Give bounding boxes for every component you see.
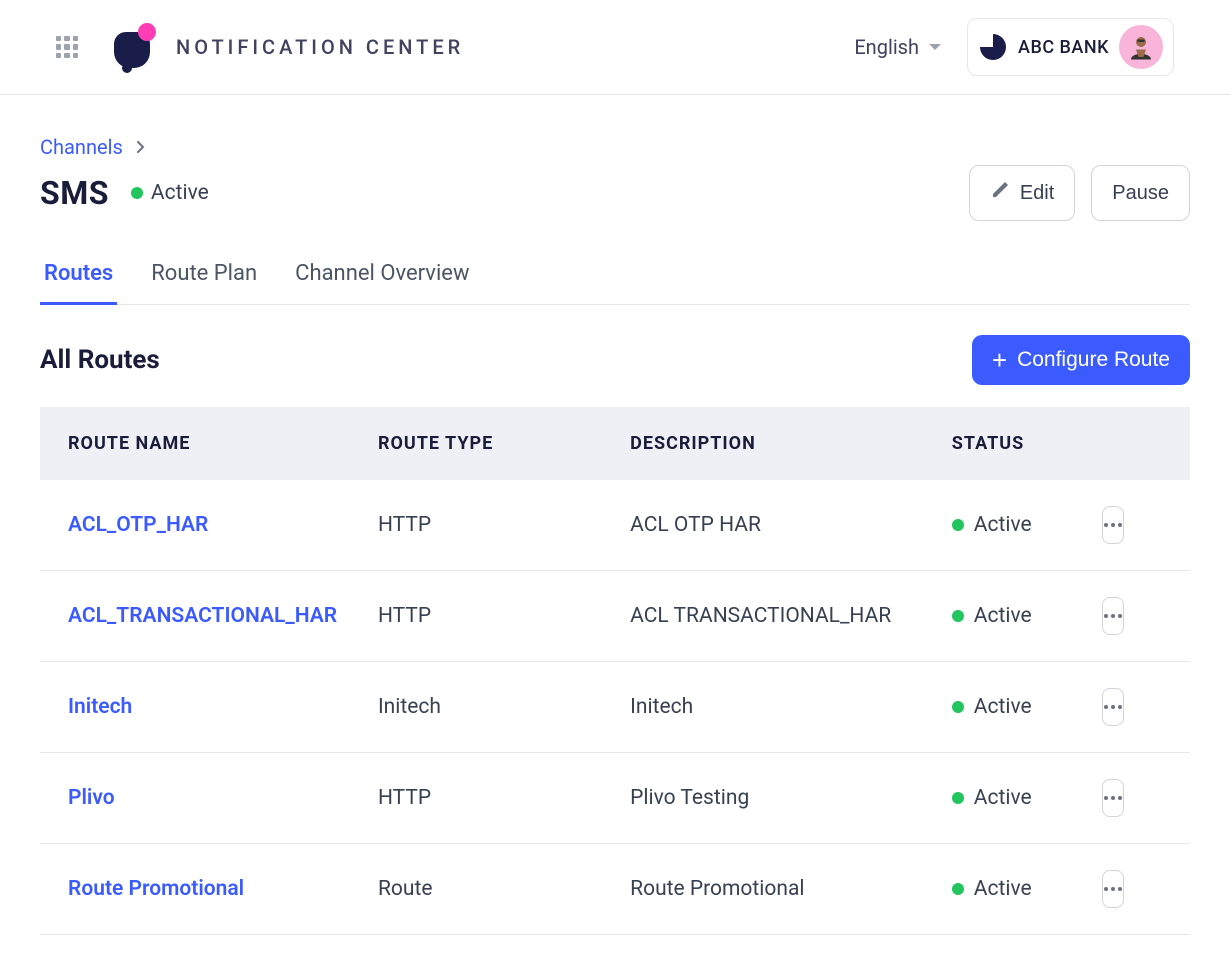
status-badge: Active [952, 786, 1092, 810]
pause-label: Pause [1112, 182, 1169, 205]
configure-route-button[interactable]: + Configure Route [972, 335, 1190, 385]
header-left: NOTIFICATION CENTER [56, 26, 464, 68]
more-actions-button[interactable] [1102, 506, 1124, 544]
language-select[interactable]: English [854, 35, 941, 59]
pause-button[interactable]: Pause [1091, 165, 1190, 221]
status-text: Active [974, 877, 1032, 901]
route-type: HTTP [362, 753, 614, 844]
route-description: Initech [614, 662, 936, 753]
ellipsis-icon [1103, 704, 1123, 710]
col-actions [1108, 407, 1190, 480]
header: NOTIFICATION CENTER English ABC BANK [0, 0, 1230, 95]
route-type: Initech [362, 662, 614, 753]
status-dot-icon [952, 701, 964, 713]
more-actions-button[interactable] [1102, 870, 1124, 908]
pencil-icon [990, 180, 1010, 206]
edit-label: Edit [1020, 182, 1054, 205]
status-dot-icon [952, 792, 964, 804]
routes-table: ROUTE NAME ROUTE TYPE DESCRIPTION STATUS… [40, 407, 1190, 935]
route-name-link[interactable]: Plivo [68, 786, 115, 810]
status-badge: Active [952, 695, 1092, 719]
main: Channels SMS Active Edit Pause RoutesRou [0, 95, 1230, 935]
page-title: SMS [40, 174, 109, 212]
route-name-link[interactable]: ACL_OTP_HAR [68, 513, 208, 537]
status-text: Active [974, 513, 1032, 537]
status-dot-icon [952, 883, 964, 895]
breadcrumb-channels[interactable]: Channels [40, 135, 123, 159]
edit-button[interactable]: Edit [969, 165, 1075, 221]
col-route-name: ROUTE NAME [40, 407, 362, 480]
ellipsis-icon [1103, 522, 1123, 528]
language-label: English [854, 35, 919, 59]
tab-channel-overview[interactable]: Channel Overview [291, 251, 473, 305]
status-text: Active [974, 695, 1032, 719]
more-actions-button[interactable] [1102, 688, 1124, 726]
ellipsis-icon [1103, 613, 1123, 619]
chevron-down-icon [929, 44, 941, 50]
route-description: Route Promotional [614, 844, 936, 935]
status-badge: Active [952, 604, 1092, 628]
status-dot-icon [131, 187, 143, 199]
col-description: DESCRIPTION [614, 407, 936, 480]
org-name: ABC BANK [1018, 37, 1109, 58]
route-description: Plivo Testing [614, 753, 936, 844]
section-head: All Routes + Configure Route [40, 335, 1190, 385]
app-title: NOTIFICATION CENTER [176, 35, 464, 59]
table-row: Plivo HTTPPlivo Testing Active [40, 753, 1190, 844]
status-text: Active [974, 604, 1032, 628]
org-card[interactable]: ABC BANK [967, 18, 1174, 76]
status-badge: Active [131, 181, 209, 205]
status-dot-icon [952, 610, 964, 622]
title-left: SMS Active [40, 174, 209, 212]
route-name-link[interactable]: Route Promotional [68, 877, 244, 901]
table-row: Route PromotionalRouteRoute PromotionalA… [40, 844, 1190, 935]
route-name-link[interactable]: ACL_TRANSACTIONAL_HAR [68, 604, 337, 628]
route-name-link[interactable]: Initech [68, 695, 132, 719]
tabs: Routes Route Plan Channel Overview [40, 251, 1190, 305]
route-description: ACL OTP HAR [614, 480, 936, 571]
title-actions: Edit Pause [969, 165, 1190, 221]
tab-route-plan[interactable]: Route Plan [147, 251, 261, 305]
tab-routes[interactable]: Routes [40, 251, 117, 305]
logo[interactable]: NOTIFICATION CENTER [114, 26, 464, 68]
route-type: HTTP [362, 480, 614, 571]
avatar[interactable] [1119, 25, 1163, 69]
status-text: Active [151, 181, 209, 205]
breadcrumb: Channels [40, 135, 1190, 159]
ellipsis-icon [1103, 795, 1123, 801]
route-description: ACL TRANSACTIONAL_HAR [614, 571, 936, 662]
ellipsis-icon [1103, 886, 1123, 892]
app-grid-icon[interactable] [56, 36, 78, 58]
chevron-right-icon [135, 138, 147, 157]
bell-icon [114, 26, 156, 68]
title-row: SMS Active Edit Pause [40, 165, 1190, 221]
section-title: All Routes [40, 345, 160, 375]
route-type: Route [362, 844, 614, 935]
header-right: English ABC BANK [854, 18, 1174, 76]
table-body: ACL_OTP_HARHTTPACL OTP HARActiveACL_TRAN… [40, 480, 1190, 935]
configure-route-label: Configure Route [1017, 348, 1170, 372]
table-header-row: ROUTE NAME ROUTE TYPE DESCRIPTION STATUS [40, 407, 1190, 480]
status-badge: Active [952, 513, 1092, 537]
status-dot-icon [952, 519, 964, 531]
col-route-type: ROUTE TYPE [362, 407, 614, 480]
more-actions-button[interactable] [1102, 597, 1124, 635]
table-row: ACL_TRANSACTIONAL_HAR HTTPACL TRANSACTION… [40, 571, 1190, 662]
col-status: STATUS [936, 407, 1108, 480]
table-row: ACL_OTP_HAR HTTPACL OTP HAR Active [40, 480, 1190, 571]
status-badge: Active [952, 877, 1092, 901]
route-type: HTTP [362, 571, 614, 662]
plus-icon: + [992, 347, 1007, 373]
more-actions-button[interactable] [1102, 779, 1124, 817]
org-logo-icon [978, 32, 1008, 62]
status-text: Active [974, 786, 1032, 810]
table-row: InitechInitechInitechActive [40, 662, 1190, 753]
